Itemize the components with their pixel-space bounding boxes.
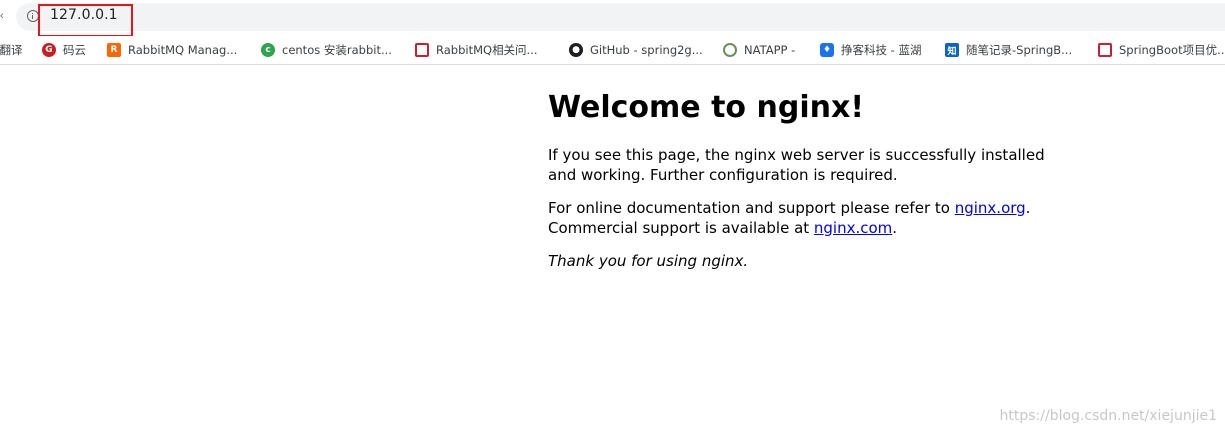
bookmark-label: 注翻译	[0, 43, 23, 57]
bookmark-centos-rabbit[interactable]: c centos 安装rabbit...	[261, 40, 392, 60]
bookmark-label: NATAPP -	[744, 43, 796, 57]
bookmark-label: 随笔记录-SpringB...	[966, 43, 1073, 57]
csdn-icon: C	[415, 43, 429, 57]
nginx-org-link[interactable]: nginx.org	[955, 199, 1026, 217]
docs-text: For online documentation and support ple…	[548, 199, 955, 217]
page-content: Welcome to nginx! If you see this page, …	[548, 88, 1068, 286]
docs-period: .	[1025, 199, 1031, 217]
thanks-paragraph: Thank you for using nginx.	[548, 252, 1068, 272]
bookmarks-bar: 注翻译 G 码云 R RabbitMQ Manag... c centos 安装…	[0, 36, 1225, 65]
bookmark-lanhu[interactable]: ♦ 挣客科技 - 蓝湖	[820, 40, 921, 60]
bookmark-github[interactable]: ● GitHub - spring2g...	[569, 40, 703, 60]
intro-paragraph: If you see this page, the nginx web serv…	[548, 146, 1045, 184]
nginx-com-link[interactable]: nginx.com	[814, 219, 892, 237]
rabbitmq-icon: R	[107, 43, 121, 57]
bookmark-label: GitHub - spring2g...	[590, 43, 703, 57]
bookmark-springboot[interactable]: C SpringBoot项目优...	[1098, 40, 1225, 60]
gitee-icon: G	[42, 43, 56, 57]
back-arrow-icon[interactable]: ‹	[0, 10, 8, 22]
bookmark-zhihu[interactable]: 知 随笔记录-SpringB...	[945, 40, 1072, 60]
address-bar[interactable]	[16, 3, 1225, 31]
natapp-icon	[723, 43, 737, 57]
github-icon: ●	[569, 43, 583, 57]
watermark: https://blog.csdn.net/xiejunjie1	[999, 408, 1217, 424]
thanks-text: Thank you for using nginx.	[548, 252, 749, 270]
bookmark-rabbitmq-management[interactable]: R RabbitMQ Manag...	[107, 40, 237, 60]
bookmark-label: 码云	[63, 43, 86, 57]
bookmark-rabbitmq-issues[interactable]: C RabbitMQ相关问...	[415, 40, 538, 60]
bookmark-gitee[interactable]: G 码云	[42, 40, 86, 60]
bookmark-label: RabbitMQ相关问...	[436, 43, 538, 57]
docs-paragraph: For online documentation and support ple…	[548, 199, 1068, 238]
url-highlight-annotation	[38, 4, 133, 37]
bookmark-label: centos 安装rabbit...	[282, 43, 392, 57]
bookmark-label: 挣客科技 - 蓝湖	[841, 43, 922, 57]
centos-icon: c	[261, 43, 275, 57]
bookmark-translate[interactable]: 注翻译	[0, 40, 23, 60]
lanhu-icon: ♦	[820, 43, 834, 57]
bookmark-natapp[interactable]: NATAPP -	[723, 40, 795, 60]
commercial-period: .	[892, 218, 898, 237]
bookmark-label: SpringBoot项目优...	[1119, 43, 1225, 57]
zhihu-icon: 知	[945, 43, 959, 57]
browser-toolbar: ‹ 127.0.0.1	[0, 0, 1225, 37]
csdn-icon: C	[1098, 43, 1112, 57]
bookmark-label: RabbitMQ Manag...	[128, 43, 238, 57]
page-title: Welcome to nginx!	[548, 90, 864, 125]
commercial-text: Commercial support is available at	[548, 218, 814, 237]
